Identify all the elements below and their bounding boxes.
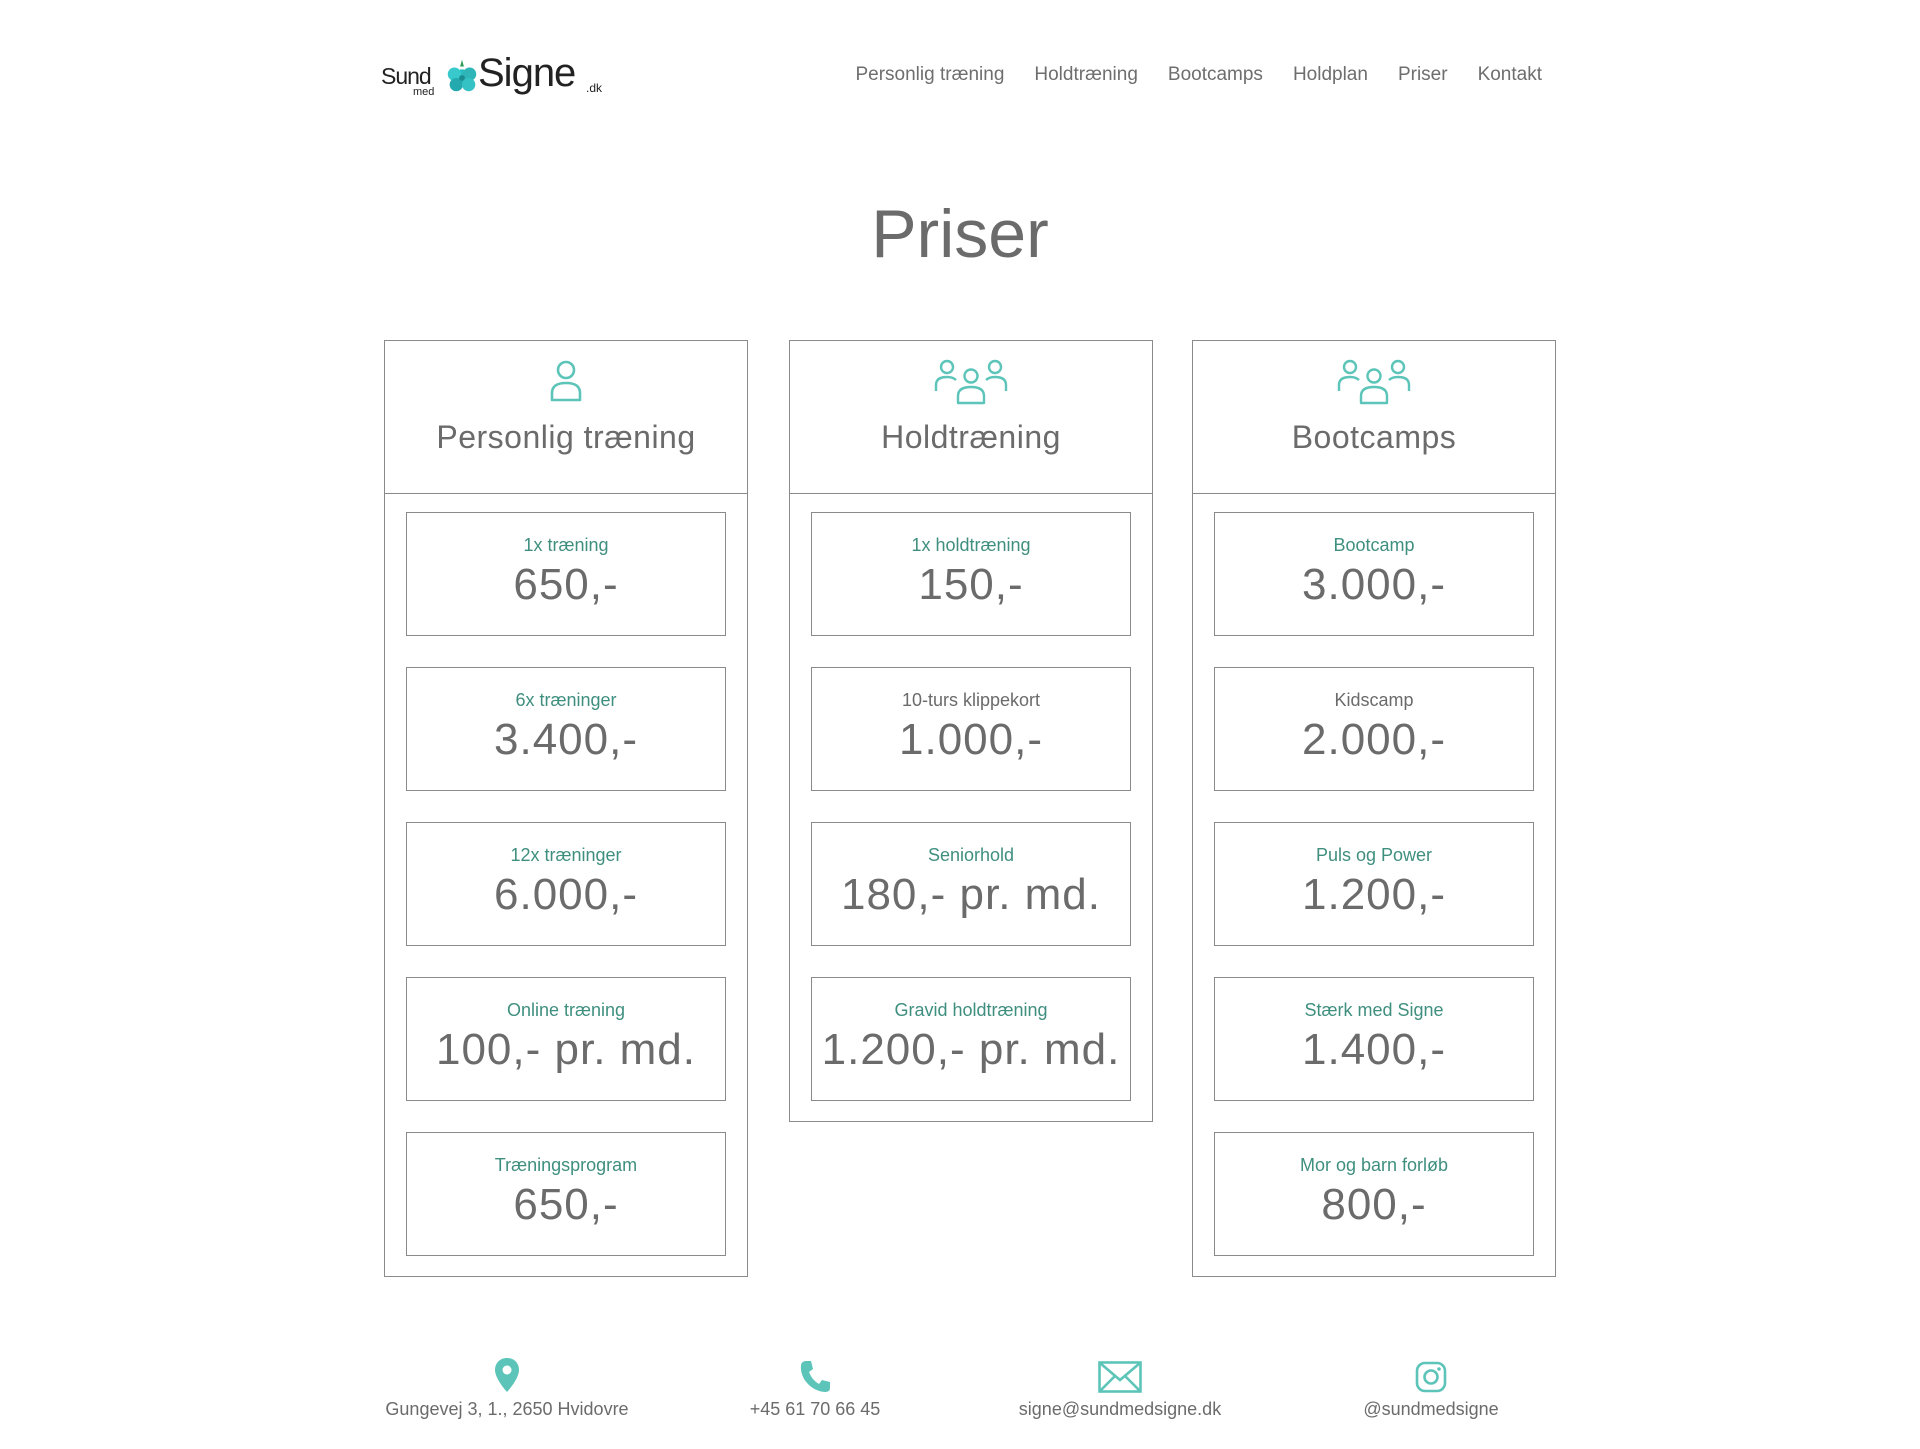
price-label: Bootcamp [1333,535,1415,555]
price-value: 650,- [513,1180,619,1229]
phone-text: +45 61 70 66 45 [749,1399,881,1419]
price-label: Gravid holdtræning [894,1000,1048,1020]
price-card: Stærk med Signe 1.400,- [1214,977,1534,1101]
logo-text-signe: Signe [478,51,576,95]
column-header: Personlig træning [385,341,747,494]
group-icon [934,359,1008,405]
main-nav: Personlig træning Holdtræning Bootcamps … [825,64,1542,86]
price-label: Stærk med Signe [1304,1000,1444,1020]
nav-priser[interactable]: Priser [1398,64,1448,86]
page-title: Priser [871,196,1049,272]
logo-text-med: med [413,86,435,98]
person-icon [550,360,582,402]
column-title: Bootcamps [1291,419,1457,455]
logo-text-dk: .dk [586,81,603,95]
price-value: 100,- pr. md. [435,1025,696,1074]
price-card: 1x træning 650,- [406,512,726,636]
location-pin-icon [495,1358,519,1392]
price-label: 1x holdtræning [911,535,1031,555]
price-card: Træningsprogram 650,- [406,1132,726,1256]
price-label: Kidscamp [1334,690,1414,710]
nav-bootcamps[interactable]: Bootcamps [1168,64,1263,86]
site-logo[interactable]: Sund med Signe .dk [381,51,603,103]
price-card: 1x holdtræning 150,- [811,512,1131,636]
price-value: 650,- [513,560,619,609]
footer-instagram[interactable]: @sundmedsigne [1331,1355,1531,1420]
price-value: 1.200,- pr. md. [821,1025,1121,1074]
price-label: 12x træninger [510,845,622,865]
nav-holdtraening[interactable]: Holdtræning [1034,64,1138,86]
price-value: 150,- [918,560,1024,609]
price-column-bootcamps: Bootcamps Bootcamp 3.000,- Kidscamp 2.00… [1192,340,1556,1277]
column-title: Holdtræning [881,419,1061,455]
price-card: 12x træninger 6.000,- [406,822,726,946]
nav-personlig-traening[interactable]: Personlig træning [855,64,1004,86]
price-label: Online træning [506,1000,626,1020]
price-card: Mor og barn forløb 800,- [1214,1132,1534,1256]
price-label: Puls og Power [1315,845,1433,865]
column-header: Bootcamps [1193,341,1555,494]
instagram-icon [1415,1361,1447,1393]
footer-phone[interactable]: +45 61 70 66 45 [715,1355,915,1420]
footer-address[interactable]: Gungevej 3, 1., 2650 Hvidovre [372,1355,642,1420]
price-label: 1x træning [523,535,609,555]
price-label: 10-turs klippekort [901,690,1041,710]
price-value: 180,- pr. md. [840,870,1101,919]
group-icon [1337,359,1411,405]
price-value: 1.000,- [899,715,1043,764]
price-card: Kidscamp 2.000,- [1214,667,1534,791]
price-value: 3.400,- [494,715,638,764]
price-card: 6x træninger 3.400,- [406,667,726,791]
price-value: 3.000,- [1302,560,1446,609]
site-header: Sund med Signe .dk Personlig træning Hol… [0,45,1920,105]
price-label: 6x træninger [515,690,617,710]
address-text: Gungevej 3, 1., 2650 Hvidovre [385,1399,629,1419]
envelope-icon [1098,1361,1142,1393]
price-value: 1.400,- [1302,1025,1446,1074]
price-column-personlig: Personlig træning 1x træning 650,- 6x tr… [384,340,748,1277]
column-header: Holdtræning [790,341,1152,494]
price-card: Puls og Power 1.200,- [1214,822,1534,946]
price-label: Seniorhold [927,845,1015,865]
flower-logo-icon [447,59,477,92]
price-card: Gravid holdtræning 1.200,- pr. md. [811,977,1131,1101]
column-title: Personlig træning [436,419,696,455]
price-value: 6.000,- [494,870,638,919]
price-label: Mor og barn forløb [1299,1155,1449,1175]
price-value: 1.200,- [1302,870,1446,919]
instagram-text: @sundmedsigne [1363,1399,1499,1419]
price-value: 2.000,- [1302,715,1446,764]
price-column-holdtraening: Holdtræning 1x holdtræning 150,- 10-turs… [789,340,1153,1122]
nav-kontakt[interactable]: Kontakt [1478,64,1542,86]
price-card: Seniorhold 180,- pr. md. [811,822,1131,946]
price-card: 10-turs klippekort 1.000,- [811,667,1131,791]
nav-holdplan[interactable]: Holdplan [1293,64,1368,86]
price-card: Bootcamp 3.000,- [1214,512,1534,636]
price-card: Online træning 100,- pr. md. [406,977,726,1101]
footer-email[interactable]: signe@sundmedsigne.dk [1000,1355,1240,1420]
email-text: signe@sundmedsigne.dk [1018,1399,1222,1419]
price-label: Træningsprogram [494,1155,638,1175]
phone-icon [800,1361,830,1392]
price-value: 800,- [1321,1180,1427,1229]
